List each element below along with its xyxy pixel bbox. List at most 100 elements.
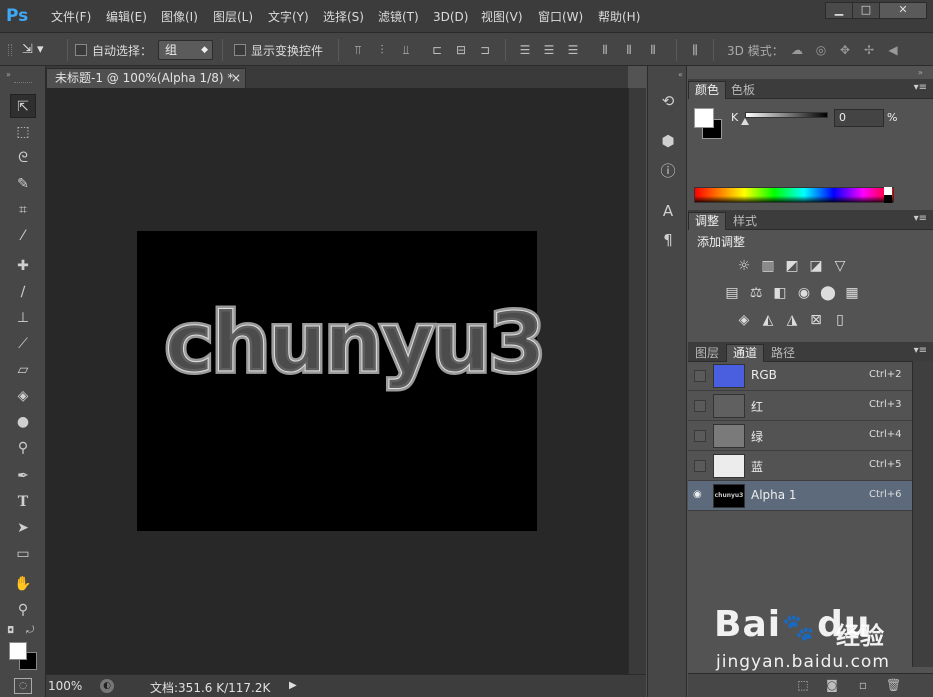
move-tool-preset-icon[interactable]: ⇲ ▾ (22, 40, 62, 60)
stamp-tool-icon[interactable]: ⊥ (10, 306, 36, 330)
k-slider-track[interactable] (745, 112, 828, 118)
vibrance-icon[interactable]: ▽ (830, 256, 850, 276)
menu-help[interactable]: 帮助(H) (598, 8, 640, 26)
visibility-toggle[interactable] (694, 400, 706, 412)
visibility-toggle[interactable] (694, 460, 706, 472)
align-right-icon[interactable]: ⊐ (478, 43, 492, 57)
collapse-arrows-icon[interactable]: » (918, 68, 923, 77)
gradient-map-icon[interactable]: ▯ (830, 310, 850, 330)
channel-row-red[interactable]: 红 Ctrl+3 (688, 391, 912, 421)
history-brush-tool-icon[interactable]: ⟋ (10, 332, 36, 356)
3d-roll-icon[interactable]: ◎ (814, 43, 828, 57)
hue-saturation-icon[interactable]: ▤ (722, 283, 742, 303)
auto-align-icon[interactable]: ⫼ (688, 43, 702, 57)
minimize-button[interactable]: ▁ (825, 2, 853, 19)
tab-color[interactable]: 颜色 (688, 81, 727, 99)
show-transform-checkbox[interactable] (234, 44, 246, 56)
color-balance-icon[interactable]: ⚖ (746, 283, 766, 303)
document-tab[interactable]: 未标题-1 @ 100%(Alpha 1/8) * × (46, 68, 246, 88)
curves-icon[interactable]: ◩ (782, 256, 802, 276)
black-swatch[interactable] (884, 195, 892, 203)
distribute-left-icon[interactable]: ⫴ (598, 43, 612, 57)
channel-mixer-icon[interactable]: ⬤ (818, 283, 838, 303)
swap-colors-icon[interactable]: ⤾ (26, 625, 34, 636)
eraser-tool-icon[interactable]: ▱ (10, 358, 36, 382)
align-hcenter-icon[interactable]: ⊟ (454, 43, 468, 57)
align-left-icon[interactable]: ⊏ (430, 43, 444, 57)
panel-menu-icon[interactable]: ▾≡ (914, 82, 927, 93)
menu-image[interactable]: 图像(I) (161, 8, 198, 26)
k-value-input[interactable]: 0 (834, 109, 884, 127)
3d-slide-icon[interactable]: ✢ (862, 43, 876, 57)
tab-layers[interactable]: 图层 (688, 344, 726, 362)
channel-row-alpha[interactable]: ◉ chunyu3 Alpha 1 Ctrl+6 (688, 481, 912, 511)
info-panel-icon[interactable]: ⓘ (657, 160, 679, 182)
maximize-button[interactable]: □ (852, 2, 880, 19)
align-bottom-icon[interactable]: ⫫ (399, 43, 413, 57)
auto-select-target-select[interactable]: 组 ◆ (158, 40, 213, 60)
panel-menu-icon[interactable]: ▾≡ (914, 345, 927, 356)
photo-filter-icon[interactable]: ◉ (794, 283, 814, 303)
type-tool-icon[interactable]: T (10, 490, 36, 514)
grip-handle[interactable] (14, 82, 32, 85)
3d-scale-icon[interactable]: ◀ (886, 43, 900, 57)
visibility-toggle[interactable] (694, 430, 706, 442)
move-tool-icon[interactable]: ⇱ (10, 94, 36, 118)
brush-tool-icon[interactable]: ∕ (10, 280, 36, 304)
document-canvas[interactable]: chunyu3 chunyu3 (137, 231, 549, 531)
white-swatch[interactable] (884, 187, 892, 195)
menu-layer[interactable]: 图层(L) (213, 8, 253, 26)
close-button[interactable]: ✕ (879, 2, 927, 19)
eyedropper-tool-icon[interactable]: ⁄ (10, 224, 36, 248)
black-white-icon[interactable]: ◧ (770, 283, 790, 303)
menu-window[interactable]: 窗口(W) (538, 8, 583, 26)
3d-rotate-icon[interactable]: ☁ (790, 43, 804, 57)
history-panel-icon[interactable]: ⟲ (657, 90, 679, 112)
grip-handle[interactable] (8, 44, 12, 56)
brightness-icon[interactable]: ☼ (734, 256, 754, 276)
healing-brush-tool-icon[interactable]: ✚ (10, 254, 36, 278)
quick-select-tool-icon[interactable]: ✎ (10, 172, 36, 196)
default-colors-icon[interactable]: ◘ (7, 626, 14, 636)
eye-icon[interactable]: ◉ (693, 489, 702, 500)
color-lookup-icon[interactable]: ▦ (842, 283, 862, 303)
channel-row-blue[interactable]: 蓝 Ctrl+5 (688, 451, 912, 481)
exposure-icon[interactable]: ◪ (806, 256, 826, 276)
canvas-area[interactable]: chunyu3 chunyu3 (46, 88, 628, 674)
menu-3d[interactable]: 3D(D) (433, 8, 468, 26)
close-icon[interactable]: × (231, 69, 241, 88)
path-select-tool-icon[interactable]: ➤ (10, 516, 36, 540)
panel-menu-icon[interactable]: ▾≡ (914, 213, 927, 224)
distribute-top-icon[interactable]: ☰ (518, 43, 532, 57)
k-slider-thumb[interactable] (741, 118, 749, 125)
paint-bucket-tool-icon[interactable]: ◈ (10, 384, 36, 408)
status-menu-arrow-icon[interactable]: ▶ (289, 680, 297, 691)
menu-view[interactable]: 视图(V) (481, 8, 523, 26)
distribute-bottom-icon[interactable]: ☰ (566, 43, 580, 57)
levels-icon[interactable]: ▥ (758, 256, 778, 276)
menu-file[interactable]: 文件(F) (51, 8, 91, 26)
menu-type[interactable]: 文字(Y) (268, 8, 309, 26)
tab-channels[interactable]: 通道 (726, 344, 765, 362)
tab-styles[interactable]: 样式 (726, 212, 764, 230)
zoom-level[interactable]: 100% (48, 679, 82, 693)
crop-tool-icon[interactable]: ⌗ (10, 198, 36, 222)
tab-paths[interactable]: 路径 (764, 344, 802, 362)
invert-icon[interactable]: ◈ (734, 310, 754, 330)
distribute-right-icon[interactable]: ⫴ (646, 43, 660, 57)
channel-row-green[interactable]: 绿 Ctrl+4 (688, 421, 912, 451)
channel-row-rgb[interactable]: RGB Ctrl+2 (688, 361, 912, 391)
hand-tool-icon[interactable]: ✋ (10, 572, 36, 596)
posterize-icon[interactable]: ◭ (758, 310, 778, 330)
selective-color-icon[interactable]: ⊠ (806, 310, 826, 330)
color-spectrum-ramp[interactable] (694, 187, 894, 203)
lasso-tool-icon[interactable]: ᘓ (10, 146, 36, 170)
shape-tool-icon[interactable]: ▭ (10, 542, 36, 566)
foreground-color-swatch[interactable] (9, 642, 27, 660)
distribute-vcenter-icon[interactable]: ☰ (542, 43, 556, 57)
menu-select[interactable]: 选择(S) (323, 8, 364, 26)
threshold-icon[interactable]: ◮ (782, 310, 802, 330)
zoom-tool-icon[interactable]: ⚲ (10, 598, 36, 622)
share-icon[interactable]: ◐ (100, 679, 114, 693)
3d-panel-icon[interactable]: ⬢ (657, 130, 679, 152)
